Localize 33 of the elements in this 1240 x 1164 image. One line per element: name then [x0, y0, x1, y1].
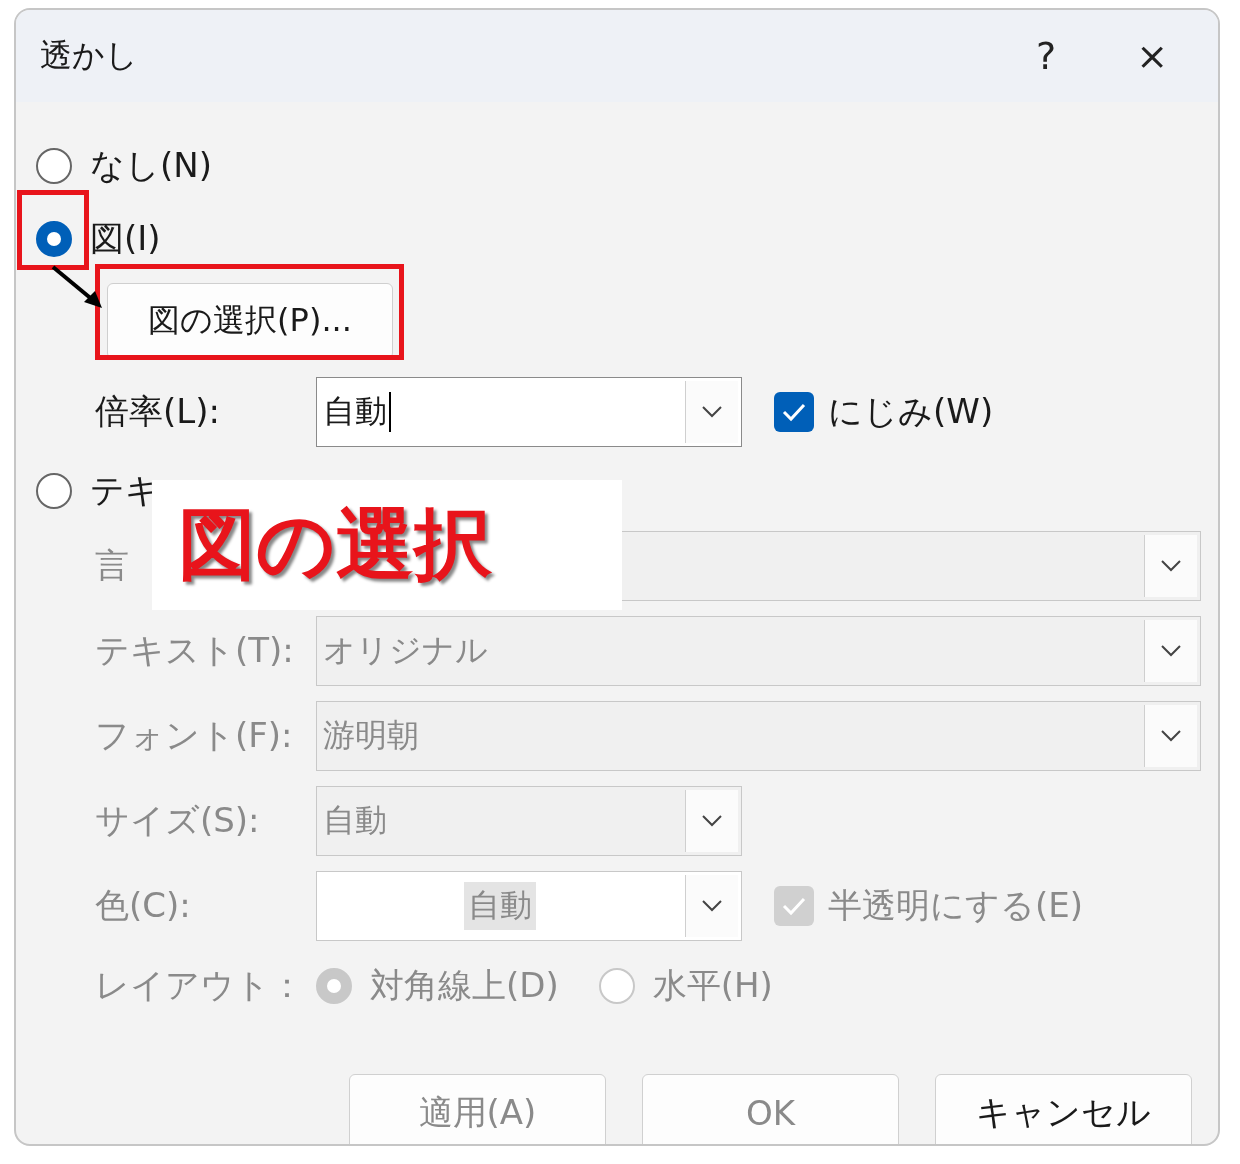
- radio-label: テキ: [90, 469, 160, 512]
- chevron-down-icon: [1160, 729, 1182, 743]
- close-button[interactable]: ×: [1126, 34, 1178, 78]
- field-label: テキスト(T):: [95, 630, 294, 670]
- radio-button[interactable]: [36, 473, 72, 509]
- dialog-button[interactable]: キャンセル: [935, 1074, 1192, 1144]
- radio-label: 水平(H): [652, 964, 773, 1007]
- chevron-down-icon: [1160, 559, 1182, 573]
- field-label: フォント(F):: [95, 715, 293, 755]
- checkmark-icon: [781, 401, 807, 423]
- radio-button[interactable]: [36, 148, 72, 184]
- callout-text: 図の選択: [178, 497, 492, 591]
- field-label: 倍率(L):: [95, 390, 221, 433]
- dropdown-field[interactable]: 自動: [316, 377, 742, 447]
- chevron-down-icon: [701, 814, 723, 828]
- chevron-down-icon: [701, 899, 723, 913]
- radio-label: 図(I): [90, 217, 161, 260]
- chevron-down-icon: [701, 405, 723, 419]
- checkmark-icon: [781, 895, 807, 917]
- help-button[interactable]: ?: [1026, 34, 1067, 78]
- arrow: [51, 265, 102, 308]
- window-title: 透かし: [40, 35, 139, 76]
- radio-button[interactable]: [36, 221, 72, 257]
- radio-label: 対角線上(D): [370, 964, 559, 1007]
- radio-label: なし(N): [90, 144, 212, 187]
- field-label: サイズ(S):: [95, 800, 260, 840]
- checkbox-label: 半透明にする(E): [828, 884, 1083, 927]
- field-label: レイアウト：: [95, 964, 305, 1007]
- checkbox-label: にじみ(W): [828, 390, 994, 433]
- checkbox[interactable]: [774, 392, 814, 432]
- chevron-down-icon: [1160, 644, 1182, 658]
- field-label: 言: [95, 545, 129, 585]
- field-label: 色(C):: [95, 885, 191, 925]
